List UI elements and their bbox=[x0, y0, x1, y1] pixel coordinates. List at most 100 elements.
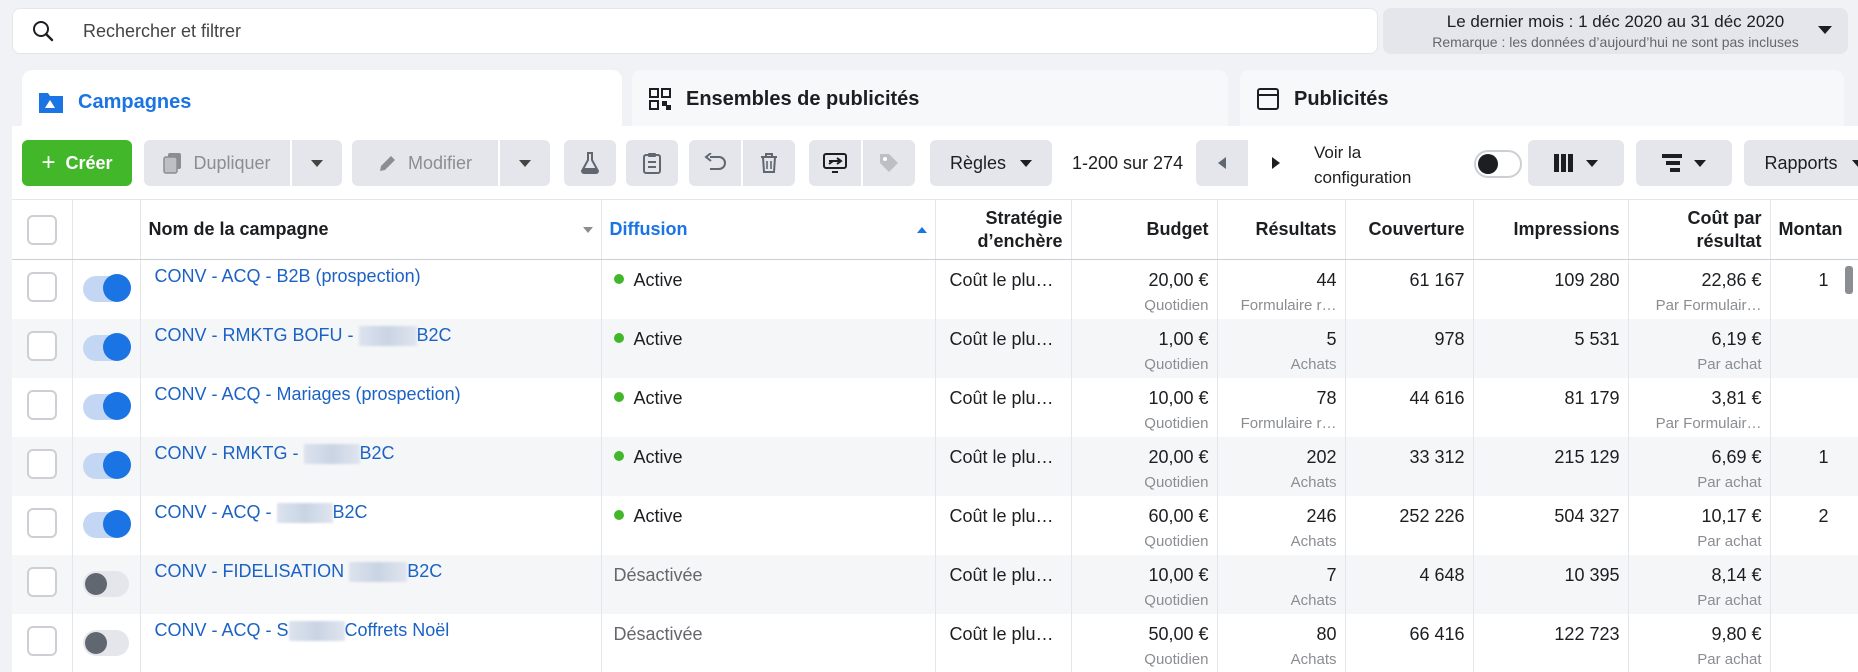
campaign-toggle[interactable] bbox=[83, 509, 131, 538]
tab-ads[interactable]: Publicités bbox=[1240, 70, 1844, 128]
budget-value: 50,00 € bbox=[1148, 623, 1209, 644]
campaign-name-link[interactable]: CONV - RMKTG - B2C bbox=[155, 443, 395, 464]
column-header-cost-per-result[interactable]: Coût par résultat bbox=[1628, 199, 1771, 260]
toggle-knob bbox=[103, 391, 131, 420]
cost-per-result-value: 10,17 € bbox=[1701, 505, 1762, 526]
column-header-bid-strategy[interactable]: Stratégie d’enchère bbox=[935, 199, 1072, 260]
results-cell: 78 Formulaire r… bbox=[1217, 377, 1346, 437]
chevron-down-icon bbox=[311, 159, 323, 167]
duplicate-button[interactable]: Dupliquer bbox=[144, 140, 290, 186]
breakdown-button[interactable] bbox=[1636, 140, 1732, 186]
chevron-down-icon bbox=[1851, 159, 1858, 167]
select-all-checkbox[interactable] bbox=[26, 214, 57, 245]
column-header-reach[interactable]: Couverture bbox=[1345, 199, 1474, 260]
toggle-knob bbox=[103, 274, 131, 302]
tab-campaigns[interactable]: Campagnes bbox=[22, 70, 622, 134]
budget-type: Quotidien bbox=[1144, 591, 1209, 609]
row-select-cell bbox=[12, 613, 73, 672]
search-input[interactable]: Rechercher et filtrer bbox=[83, 21, 241, 42]
undo-button[interactable] bbox=[689, 140, 741, 186]
reach-cell: 33 312 bbox=[1345, 436, 1474, 496]
campaign-name-link[interactable]: CONV - RMKTG BOFU - B2C bbox=[155, 325, 452, 346]
modify-dropdown[interactable] bbox=[500, 140, 550, 186]
table-row[interactable]: CONV - RMKTG - B2C Active Coût le plu… 20,0… bbox=[12, 436, 1858, 496]
campaign-name-link[interactable]: CONV - FIDELISATION B2C bbox=[154, 560, 442, 582]
campaign-name-text: CONV - FIDELISATION bbox=[154, 560, 350, 581]
table-row[interactable]: CONV - FIDELISATION B2C Désactivée Coût le… bbox=[12, 554, 1858, 614]
create-button[interactable]: + Créer bbox=[22, 140, 132, 186]
row-checkbox[interactable] bbox=[26, 448, 57, 479]
column-header-name[interactable]: Nom de la campagne bbox=[140, 199, 602, 260]
row-checkbox[interactable] bbox=[26, 566, 57, 597]
preview-button[interactable] bbox=[809, 140, 861, 186]
campaign-toggle[interactable] bbox=[83, 391, 131, 420]
bid-strategy-cell: Coût le plu… bbox=[935, 613, 1072, 672]
row-checkbox[interactable] bbox=[26, 625, 57, 656]
columns-button[interactable] bbox=[1528, 140, 1624, 186]
campaign-name-link[interactable]: CONV - ACQ - Mariages (prospection) bbox=[155, 384, 461, 404]
reach-value: 4 648 bbox=[1419, 564, 1465, 585]
clipboard-button[interactable] bbox=[626, 140, 678, 186]
tag-button[interactable] bbox=[863, 140, 915, 186]
chevron-down-icon bbox=[1586, 159, 1598, 167]
campaign-toggle[interactable] bbox=[83, 332, 131, 361]
column-header-results[interactable]: Résultats bbox=[1217, 199, 1346, 260]
campaign-name-link[interactable]: CONV - ACQ - S Coffrets Noël bbox=[155, 620, 449, 641]
reports-button[interactable]: Rapports bbox=[1744, 140, 1858, 186]
modify-button[interactable]: Modifier bbox=[352, 140, 498, 186]
previous-page-button[interactable] bbox=[1196, 140, 1248, 186]
search-bar[interactable]: Rechercher et filtrer bbox=[12, 8, 1378, 54]
tab-ad-sets[interactable]: Ensembles de publicités bbox=[632, 70, 1228, 128]
cost-per-result-value: 6,19 € bbox=[1711, 328, 1762, 349]
column-label: Diffusion bbox=[609, 219, 688, 239]
duplicate-label: Dupliquer bbox=[193, 152, 271, 173]
next-page-button[interactable] bbox=[1250, 140, 1302, 186]
campaign-name-link[interactable]: CONV - ACQ - B2B (prospection) bbox=[155, 266, 421, 286]
preview-icon bbox=[823, 153, 847, 173]
redacted-text bbox=[358, 325, 417, 346]
column-label: Nom de la campagne bbox=[148, 219, 329, 239]
date-range-picker[interactable]: Le dernier mois : 1 déc 2020 au 31 déc 2… bbox=[1383, 8, 1848, 54]
search-icon bbox=[33, 21, 54, 42]
campaign-toggle[interactable] bbox=[83, 629, 129, 656]
impressions-value: 504 327 bbox=[1554, 505, 1620, 526]
table-row[interactable]: CONV - RMKTG BOFU - B2C Active Coût le plu… bbox=[12, 318, 1858, 378]
column-label: Couverture bbox=[1368, 219, 1465, 239]
table-row[interactable]: CONV - ACQ - B2C Active Coût le plu… 60,00 … bbox=[12, 495, 1858, 555]
triangle-left-icon bbox=[1218, 157, 1226, 169]
duplicate-dropdown[interactable] bbox=[292, 140, 342, 186]
row-checkbox[interactable] bbox=[26, 330, 57, 361]
table-row[interactable]: CONV - ACQ - Mariages (prospection) Activ… bbox=[12, 377, 1858, 437]
rules-button[interactable]: Règles bbox=[930, 140, 1052, 186]
table-row[interactable]: CONV - ACQ - B2B (prospection) Active Coût… bbox=[12, 259, 1858, 319]
config-toggle[interactable] bbox=[1474, 150, 1522, 178]
campaign-name-text: CONV - ACQ - Mariages (prospection) bbox=[154, 383, 461, 404]
toggle-knob bbox=[85, 572, 107, 595]
campaign-name-cell: CONV - ACQ - Mariages (prospection) bbox=[140, 377, 602, 437]
row-checkbox[interactable] bbox=[26, 272, 57, 302]
column-header-budget[interactable]: Budget bbox=[1071, 199, 1218, 260]
row-checkbox[interactable] bbox=[26, 507, 57, 538]
column-header-impressions[interactable]: Impressions bbox=[1473, 199, 1629, 260]
row-checkbox[interactable] bbox=[26, 389, 57, 420]
reach-cell: 66 416 bbox=[1345, 613, 1474, 672]
delete-button[interactable] bbox=[743, 140, 795, 186]
delivery-cell: Active bbox=[601, 436, 936, 496]
table-row[interactable]: CONV - ACQ - S Coffrets Noël Désactivée Coû… bbox=[12, 613, 1858, 672]
cost-per-result-type: Par Formulair… bbox=[1655, 297, 1762, 314]
column-header-amount[interactable]: Montan bbox=[1770, 199, 1858, 260]
column-header-delivery[interactable]: Diffusion bbox=[601, 199, 936, 260]
campaign-toggle[interactable] bbox=[83, 274, 131, 302]
campaign-name-link[interactable]: CONV - ACQ - B2C bbox=[154, 501, 368, 523]
horizontal-scrollbar-thumb[interactable] bbox=[1845, 266, 1853, 294]
delivery-cell: Active bbox=[601, 495, 936, 555]
amount-cell bbox=[1770, 377, 1858, 437]
cost-per-result-value: 3,81 € bbox=[1711, 387, 1762, 408]
reach-value: 252 226 bbox=[1399, 505, 1465, 526]
campaign-toggle[interactable] bbox=[83, 450, 131, 479]
ab-test-button[interactable] bbox=[564, 140, 616, 186]
campaign-name-text: CONV - ACQ - bbox=[154, 501, 277, 522]
delivery-status: Active bbox=[633, 270, 683, 290]
campaign-toggle[interactable] bbox=[83, 570, 129, 597]
impressions-value: 5 531 bbox=[1574, 328, 1620, 349]
